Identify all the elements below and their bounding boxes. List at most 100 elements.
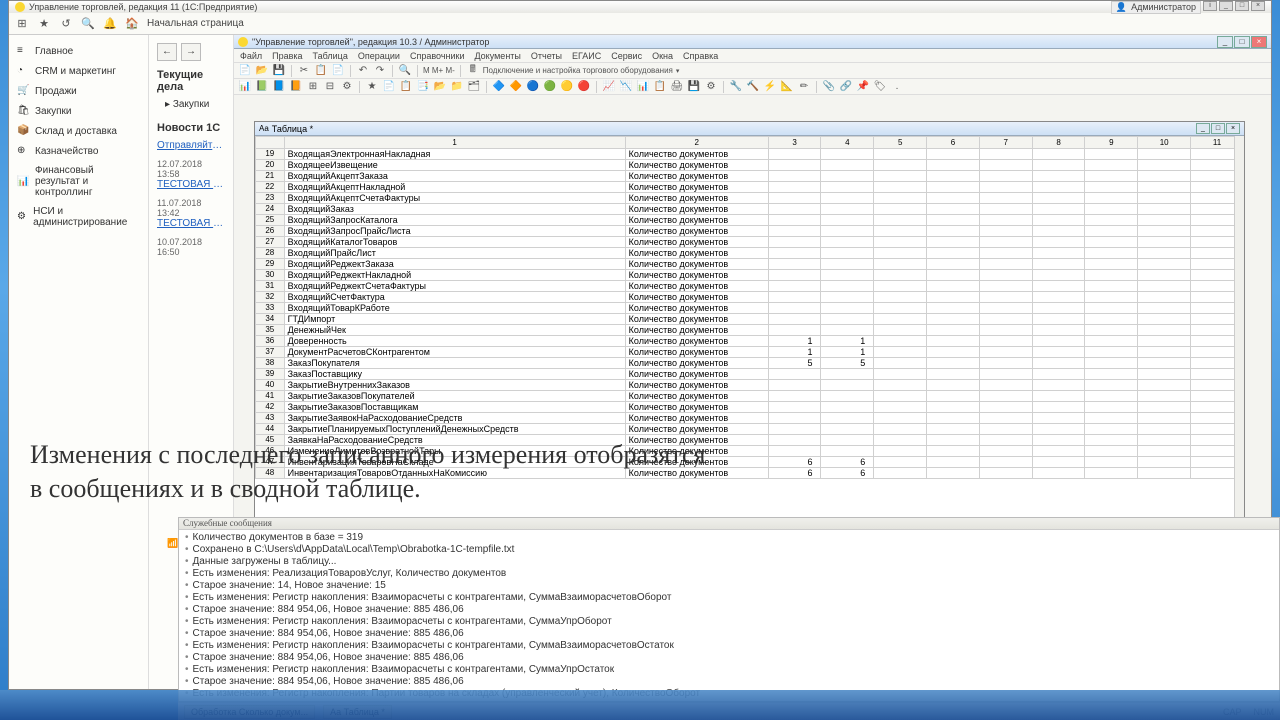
table-row[interactable]: 24ВходящийЗаказКоличество документов <box>256 204 1244 215</box>
tb-text[interactable]: Подключение и настройка торгового оборуд… <box>483 66 673 75</box>
toolbar-icon[interactable]: ⚡ <box>763 80 777 94</box>
toolbar-icon[interactable]: . <box>890 80 904 94</box>
sidebar-item-7[interactable]: ⚙НСИ и администрирование <box>9 202 148 232</box>
toolbar-icon[interactable]: 🟡 <box>560 80 574 94</box>
news-link-2[interactable]: ТЕСТОВАЯ версия <box>157 218 225 229</box>
toolbar-icon[interactable]: 📊 <box>238 80 252 94</box>
sidebar-item-4[interactable]: 📦Склад и доставка <box>9 121 148 141</box>
table-minimize-button[interactable]: _ <box>1196 123 1210 134</box>
toolbar-icon[interactable]: 📁 <box>450 80 464 94</box>
table-row[interactable]: 21ВходящийАкцептЗаказаКоличество докумен… <box>256 171 1244 182</box>
star-icon[interactable]: ★ <box>37 17 51 31</box>
toolbar-icon[interactable]: 🔴 <box>577 80 591 94</box>
table-row[interactable]: 44ЗакрытиеПланируемыхПоступленийДенежных… <box>256 424 1244 435</box>
messages-body[interactable]: •Количество документов в базе = 319•Сохр… <box>179 530 1279 702</box>
news-link[interactable]: Отправляйте и получ <box>157 140 225 151</box>
toolbar-icon[interactable]: 📑 <box>416 80 430 94</box>
menu-окна[interactable]: Окна <box>652 51 673 61</box>
save-icon[interactable]: 💾 <box>272 64 286 78</box>
menu-правка[interactable]: Правка <box>272 51 302 61</box>
menu-сервис[interactable]: Сервис <box>611 51 642 61</box>
toolbar-icon[interactable]: 📘 <box>272 80 286 94</box>
menu-операции[interactable]: Операции <box>358 51 400 61</box>
inner-close-button[interactable]: × <box>1251 36 1267 48</box>
redo-icon[interactable]: ↷ <box>373 64 387 78</box>
table-row[interactable]: 38ЗаказПокупателяКоличество документов55 <box>256 358 1244 369</box>
apps-icon[interactable]: ⊞ <box>15 17 29 31</box>
table-row[interactable]: 29ВходящийРеджектЗаказаКоличество докуме… <box>256 259 1244 270</box>
sidebar-item-2[interactable]: 🛒Продажи <box>9 81 148 101</box>
toolbar-icon[interactable]: 📉 <box>619 80 633 94</box>
toolbar-icon[interactable]: ⊟ <box>323 80 337 94</box>
table-row[interactable]: 37ДокументРасчетовСКонтрагентомКоличеств… <box>256 347 1244 358</box>
toolbar-icon[interactable]: 🏷 <box>873 80 887 94</box>
toolbar-icon[interactable]: 📗 <box>255 80 269 94</box>
menu-отчеты[interactable]: Отчеты <box>531 51 562 61</box>
minimize-button[interactable]: _ <box>1219 1 1233 11</box>
table-row[interactable]: 28ВходящийПрайсЛистКоличество документов <box>256 248 1244 259</box>
toolbar-icon[interactable]: 📊 <box>636 80 650 94</box>
home-label[interactable]: Начальная страница <box>147 18 244 29</box>
table-close-button[interactable]: × <box>1226 123 1240 134</box>
table-row[interactable]: 27ВходящийКаталогТоваровКоличество докум… <box>256 237 1244 248</box>
sidebar-item-5[interactable]: ⊕Казначейство <box>9 141 148 161</box>
windows-taskbar[interactable] <box>0 690 1280 720</box>
toolbar-icon[interactable]: 🔗 <box>839 80 853 94</box>
new-icon[interactable]: 📄 <box>238 64 252 78</box>
toolbar-icon[interactable]: ⊞ <box>306 80 320 94</box>
sidebar-item-6[interactable]: 📊Финансовый результат и контроллинг <box>9 161 148 202</box>
open-icon[interactable]: 📂 <box>255 64 269 78</box>
table-maximize-button[interactable]: □ <box>1211 123 1225 134</box>
toolbar-icon[interactable]: 💾 <box>687 80 701 94</box>
table-row[interactable]: 42ЗакрытиеЗаказовПоставщикамКоличество д… <box>256 402 1244 413</box>
table-row[interactable]: 23ВходящийАкцептСчетаФактурыКоличество д… <box>256 193 1244 204</box>
menu-файл[interactable]: Файл <box>240 51 262 61</box>
info-icon[interactable]: i <box>1203 1 1217 11</box>
inner-maximize-button[interactable]: □ <box>1234 36 1250 48</box>
table-row[interactable]: 33ВходящийТоварКРаботеКоличество докумен… <box>256 303 1244 314</box>
toolbar-icon[interactable]: 📄 <box>382 80 396 94</box>
bell-icon[interactable]: 🔔 <box>103 17 117 31</box>
table-row[interactable]: 40ЗакрытиеВнутреннихЗаказовКоличество до… <box>256 380 1244 391</box>
toolbar-icon[interactable]: 🔷 <box>492 80 506 94</box>
calc-icon[interactable]: 🖩 <box>466 64 480 78</box>
toolbar-icon[interactable]: 🔧 <box>729 80 743 94</box>
table-row[interactable]: 34ГТДИмпортКоличество документов <box>256 314 1244 325</box>
table-row[interactable]: 26ВходящийЗапросПрайсЛистаКоличество док… <box>256 226 1244 237</box>
inner-minimize-button[interactable]: _ <box>1217 36 1233 48</box>
table-row[interactable]: 43ЗакрытиеЗаявокНаРасходованиеСредствКол… <box>256 413 1244 424</box>
menu-справочники[interactable]: Справочники <box>410 51 465 61</box>
table-row[interactable]: 35ДенежныйЧекКоличество документов <box>256 325 1244 336</box>
sidebar-item-1[interactable]: ◔CRM и маркетинг <box>9 61 148 81</box>
menu-таблица[interactable]: Таблица <box>313 51 348 61</box>
toolbar-icon[interactable]: 🖨 <box>670 80 684 94</box>
sidebar-item-3[interactable]: 🛍Закупки <box>9 101 148 121</box>
close-button[interactable]: × <box>1251 1 1265 11</box>
table-row[interactable]: 31ВходящийРеджектСчетаФактурыКоличество … <box>256 281 1244 292</box>
toolbar-icon[interactable]: 📋 <box>653 80 667 94</box>
table-row[interactable]: 36ДоверенностьКоличество документов11 <box>256 336 1244 347</box>
news-link-1[interactable]: ТЕСТОВАЯ версия <box>157 179 225 190</box>
toolbar-icon[interactable]: 🔶 <box>509 80 523 94</box>
table-row[interactable]: 39ЗаказПоставщикуКоличество документов <box>256 369 1244 380</box>
menu-документы[interactable]: Документы <box>474 51 520 61</box>
toolbar-icon[interactable]: 📎 <box>822 80 836 94</box>
maximize-button[interactable]: □ <box>1235 1 1249 11</box>
toolbar-icon[interactable]: 📙 <box>289 80 303 94</box>
vertical-scrollbar[interactable] <box>1234 136 1244 518</box>
toolbar-icon[interactable]: ⚙ <box>704 80 718 94</box>
nav-fwd-button[interactable]: → <box>181 43 201 61</box>
toolbar-icon[interactable]: 📂 <box>433 80 447 94</box>
table-row[interactable]: 41ЗакрытиеЗаказовПокупателейКоличество д… <box>256 391 1244 402</box>
toolbar-icon[interactable]: 🗂 <box>467 80 481 94</box>
sidebar-item-0[interactable]: ≡Главное <box>9 41 148 61</box>
toolbar-icon[interactable]: 📌 <box>856 80 870 94</box>
undo-icon[interactable]: ↶ <box>356 64 370 78</box>
menu-егаис[interactable]: ЕГАИС <box>572 51 601 61</box>
toolbar-icon[interactable]: 🔨 <box>746 80 760 94</box>
history-icon[interactable]: ↺ <box>59 17 73 31</box>
table-row[interactable]: 22ВходящийАкцептНакладнойКоличество доку… <box>256 182 1244 193</box>
cut-icon[interactable]: ✂ <box>297 64 311 78</box>
toolbar-icon[interactable]: 📈 <box>602 80 616 94</box>
nav-back-button[interactable]: ← <box>157 43 177 61</box>
